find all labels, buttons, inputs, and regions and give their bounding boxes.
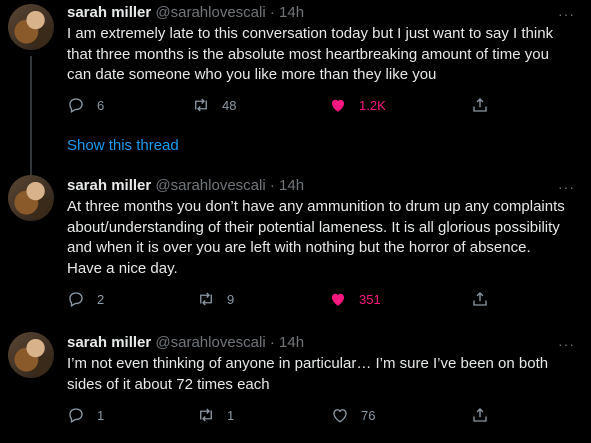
reply-icon — [69, 292, 83, 307]
tweet-text: I’m not even thinking of anyone in parti… — [67, 355, 549, 393]
timeline: sarah miller @sarahlovescali · 14h ··· I… — [0, 0, 591, 443]
tweet-header: sarah miller @sarahlovescali · 14h — [67, 333, 304, 353]
tweet-text: I am extremely late to this conversation… — [67, 25, 554, 83]
reply-icon — [69, 408, 83, 423]
share-button[interactable] — [471, 290, 501, 308]
like-button[interactable]: 1.2K — [329, 96, 386, 114]
author-name[interactable]: sarah miller — [67, 177, 151, 194]
more-options-button[interactable]: ··· — [558, 6, 575, 22]
timestamp[interactable]: 14h — [279, 334, 304, 351]
author-handle[interactable]: @sarahlovescali — [155, 4, 265, 21]
tweet[interactable]: sarah miller @sarahlovescali · 14h ··· I… — [0, 320, 591, 443]
author-handle[interactable]: @sarahlovescali — [155, 334, 265, 351]
reply-icon — [69, 98, 83, 113]
timestamp[interactable]: 14h — [279, 177, 304, 194]
share-icon — [473, 98, 487, 112]
tweet-actions: 1 1 76 — [67, 406, 497, 426]
tweet-actions: 2 9 351 — [67, 290, 497, 310]
reply-button[interactable]: 6 — [67, 96, 104, 114]
heart-icon — [332, 293, 344, 306]
tweet-header: sarah miller @sarahlovescali · 14h — [67, 3, 304, 23]
author-handle[interactable]: @sarahlovescali — [155, 177, 265, 194]
share-button[interactable] — [471, 96, 501, 114]
author-name[interactable]: sarah miller — [67, 334, 151, 351]
share-button[interactable] — [471, 406, 501, 424]
retweet-icon — [195, 98, 207, 112]
avatar[interactable] — [8, 175, 54, 221]
heart-icon — [332, 99, 344, 112]
more-options-button[interactable]: ··· — [558, 336, 575, 352]
author-name[interactable]: sarah miller — [67, 4, 151, 21]
retweet-count: 9 — [227, 291, 235, 307]
tweet-header: sarah miller @sarahlovescali · 14h — [67, 176, 304, 196]
separator-dot: · — [269, 334, 275, 351]
more-options-button[interactable]: ··· — [558, 179, 575, 195]
retweet-count: 48 — [222, 97, 237, 113]
avatar[interactable] — [8, 4, 54, 50]
like-button[interactable]: 351 — [329, 290, 381, 308]
reply-count: 2 — [97, 291, 105, 307]
share-icon — [473, 408, 487, 422]
tweet[interactable]: sarah miller @sarahlovescali · 14h ··· I… — [0, 0, 591, 170]
retweet-count: 1 — [227, 407, 235, 423]
reply-count: 1 — [97, 407, 105, 423]
timestamp[interactable]: 14h — [279, 4, 304, 21]
share-icon — [473, 292, 487, 306]
retweet-button[interactable]: 48 — [192, 96, 236, 114]
separator-dot: · — [269, 4, 275, 21]
like-count: 351 — [359, 291, 381, 307]
like-count: 76 — [361, 407, 376, 423]
heart-icon — [333, 409, 347, 423]
retweet-button[interactable]: 1 — [197, 406, 234, 424]
retweet-button[interactable]: 9 — [197, 290, 234, 308]
like-button[interactable]: 76 — [331, 406, 375, 424]
tweet-actions: 6 48 1.2K — [67, 96, 497, 116]
reply-count: 6 — [97, 97, 105, 113]
reply-button[interactable]: 1 — [67, 406, 104, 424]
avatar[interactable] — [8, 332, 54, 378]
retweet-icon — [200, 408, 212, 422]
separator-dot: · — [269, 177, 275, 194]
tweet[interactable]: sarah miller @sarahlovescali · 14h ··· A… — [0, 170, 591, 320]
retweet-icon — [200, 292, 212, 306]
like-count: 1.2K — [359, 97, 386, 113]
show-thread-link[interactable]: Show this thread — [67, 137, 179, 154]
tweet-text: At three months you don’t have any ammun… — [67, 198, 565, 277]
reply-button[interactable]: 2 — [67, 290, 104, 308]
